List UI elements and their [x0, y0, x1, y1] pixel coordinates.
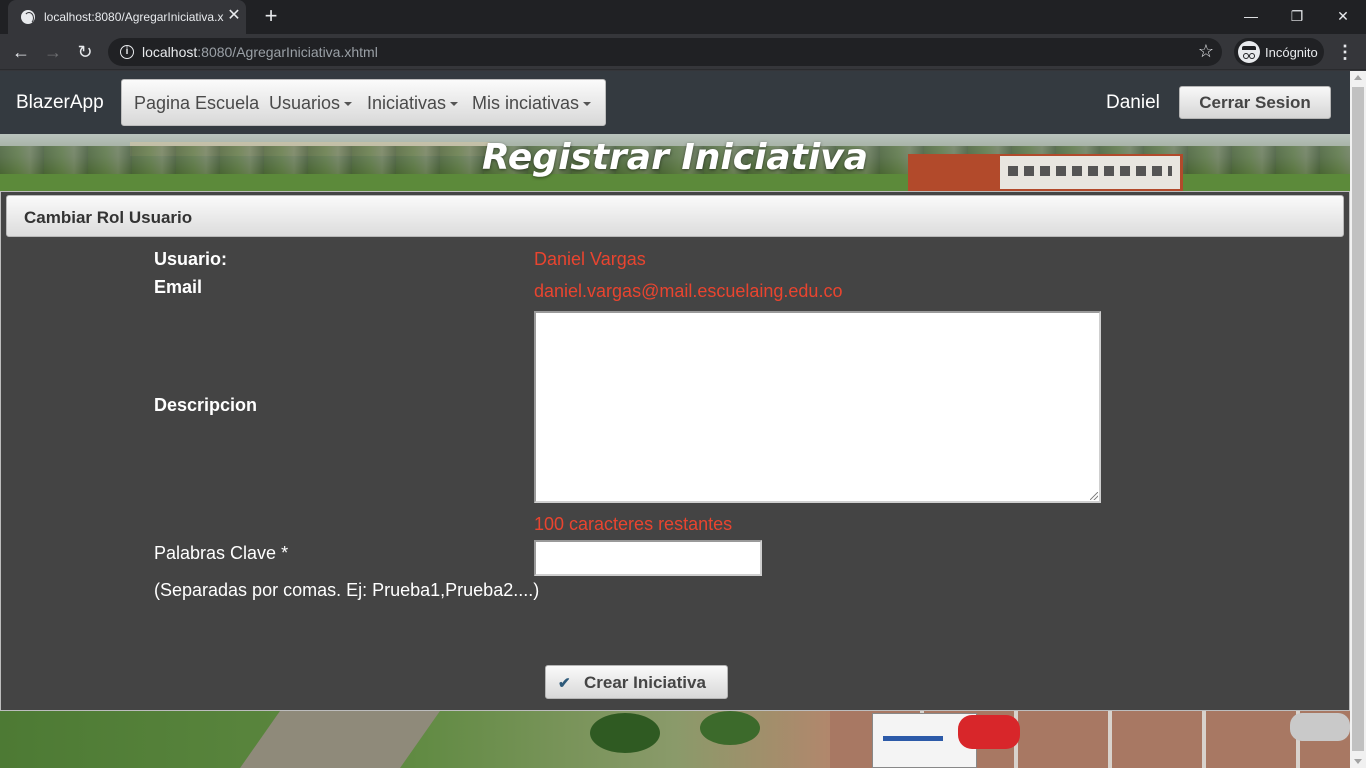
crear-iniciativa-button[interactable]: ✔ Crear Iniciativa — [545, 665, 728, 699]
globe-icon — [21, 10, 35, 24]
browser-toolbar: ← → ↻ i localhost:8080/AgregarIniciativa… — [0, 34, 1366, 70]
minimize-icon[interactable]: — — [1238, 5, 1264, 27]
forward-icon[interactable]: → — [41, 40, 65, 64]
email-value: daniel.vargas@mail.escuelaing.edu.co — [534, 281, 843, 301]
menu-usuarios[interactable]: Usuarios — [269, 93, 353, 114]
logout-button[interactable]: Cerrar Sesion — [1179, 86, 1331, 119]
page-title: Registrar Iniciativa — [481, 137, 869, 178]
close-window-icon[interactable]: ✕ — [1330, 5, 1356, 27]
keywords-input[interactable] — [534, 540, 762, 576]
scroll-up-icon[interactable] — [1354, 75, 1362, 80]
caret-down-icon — [583, 102, 592, 107]
browser-menu-icon[interactable]: ⋮ — [1336, 40, 1354, 64]
chars-remaining: 100 caracteres restantes — [534, 514, 733, 534]
menu-iniciativas[interactable]: Iniciativas — [367, 93, 459, 114]
browser-tab-strip: localhost:8080/AgregarIniciativa.x ✕ + —… — [0, 0, 1366, 34]
submit-label: Crear Iniciativa — [584, 673, 706, 692]
browser-tab[interactable]: localhost:8080/AgregarIniciativa.x ✕ — [8, 0, 246, 34]
back-icon[interactable]: ← — [9, 40, 33, 64]
panel-title: Cambiar Rol Usuario — [24, 208, 193, 227]
email-label: Email — [154, 277, 203, 297]
incognito-label: Incógnito — [1265, 45, 1318, 60]
caret-down-icon — [450, 102, 459, 107]
url-text[interactable]: localhost:8080/AgregarIniciativa.xhtml — [142, 44, 378, 60]
page-viewport: BlazerApp Pagina Escuela Usuarios Inicia… — [0, 71, 1350, 768]
address-bar[interactable]: i localhost:8080/AgregarIniciativa.xhtml… — [108, 38, 1222, 66]
form-panel: Cambiar Rol Usuario Usuario: Daniel Varg… — [0, 191, 1350, 711]
descripcion-textarea[interactable] — [534, 311, 1101, 503]
restore-icon[interactable]: ❐ — [1284, 5, 1310, 27]
tab-title: localhost:8080/AgregarIniciativa.x — [44, 10, 224, 24]
descripcion-label: Descripcion — [154, 395, 258, 415]
check-icon: ✔ — [558, 675, 571, 692]
reload-icon[interactable]: ↻ — [73, 40, 97, 64]
resize-grip-icon[interactable] — [1090, 492, 1098, 500]
usuario-value: Daniel Vargas — [534, 249, 646, 269]
panel-header: Cambiar Rol Usuario — [6, 195, 1344, 237]
keywords-hint: (Separadas por comas. Ej: Prueba1,Prueba… — [154, 580, 540, 600]
incognito-badge[interactable]: Incógnito — [1234, 38, 1324, 66]
site-info-icon[interactable]: i — [120, 45, 134, 59]
scroll-down-icon[interactable] — [1354, 759, 1362, 764]
close-tab-icon[interactable]: ✕ — [226, 8, 242, 24]
keywords-label: Palabras Clave * — [154, 543, 289, 563]
background-photo — [0, 711, 1350, 768]
bookmark-star-icon[interactable]: ☆ — [1198, 41, 1214, 62]
menu-pagina-escuela[interactable]: Pagina Escuela — [134, 93, 259, 114]
new-tab-button[interactable]: + — [260, 5, 282, 27]
app-navbar: BlazerApp Pagina Escuela Usuarios Inicia… — [0, 71, 1350, 134]
current-user-name: Daniel — [1106, 92, 1160, 113]
caret-down-icon — [344, 102, 353, 107]
incognito-icon — [1238, 41, 1260, 63]
brand-link[interactable]: BlazerApp — [16, 92, 104, 114]
page-scrollbar[interactable] — [1350, 71, 1366, 768]
scroll-thumb[interactable] — [1352, 87, 1364, 751]
usuario-label: Usuario: — [154, 249, 228, 269]
main-menu: Pagina Escuela Usuarios Iniciativas Mis … — [121, 79, 606, 126]
menu-mis-iniciativas[interactable]: Mis inciativas — [472, 93, 592, 114]
